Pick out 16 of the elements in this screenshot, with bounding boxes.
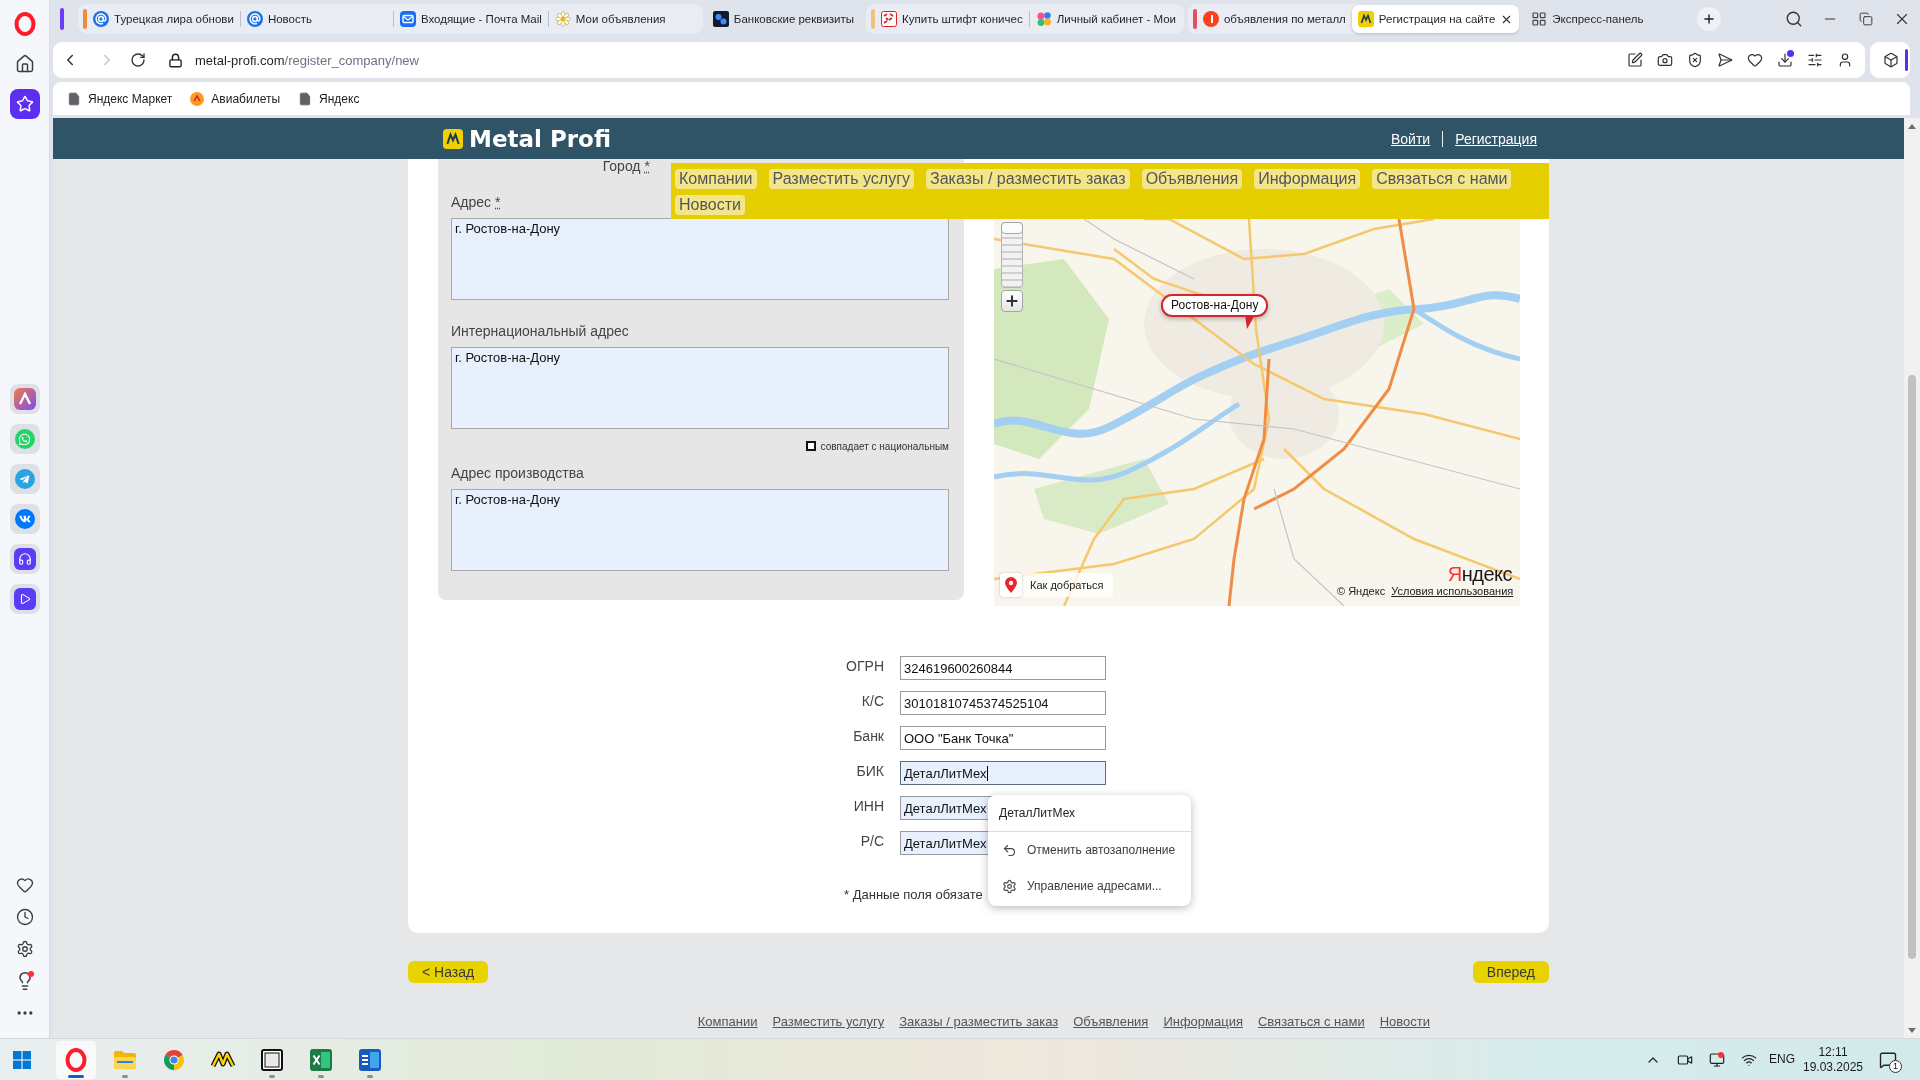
field-label: Адрес *: [451, 194, 501, 210]
field-label: Банк: [853, 728, 884, 744]
field-label: Р/С: [860, 833, 884, 849]
field-label: ОГРН: [846, 658, 884, 674]
notification-count: 1: [1889, 1059, 1902, 1073]
field-label: БИК: [856, 763, 884, 779]
field-label: ИНН: [853, 798, 884, 814]
checkbox-label: совпадает с национальным: [820, 440, 949, 452]
map-logo: Яндекс: [1447, 563, 1512, 585]
field-label: Интернациональный адрес: [451, 323, 629, 339]
copyright-text: © Яндекс: [1337, 585, 1386, 597]
field-label: Город *: [602, 159, 650, 173]
field-label: Адрес производства: [451, 465, 584, 481]
field-label: К/С: [861, 693, 884, 709]
required-note: * Данные поля обязате: [844, 887, 983, 903]
map-balloon: Ростов-на-Дону: [1161, 294, 1269, 317]
